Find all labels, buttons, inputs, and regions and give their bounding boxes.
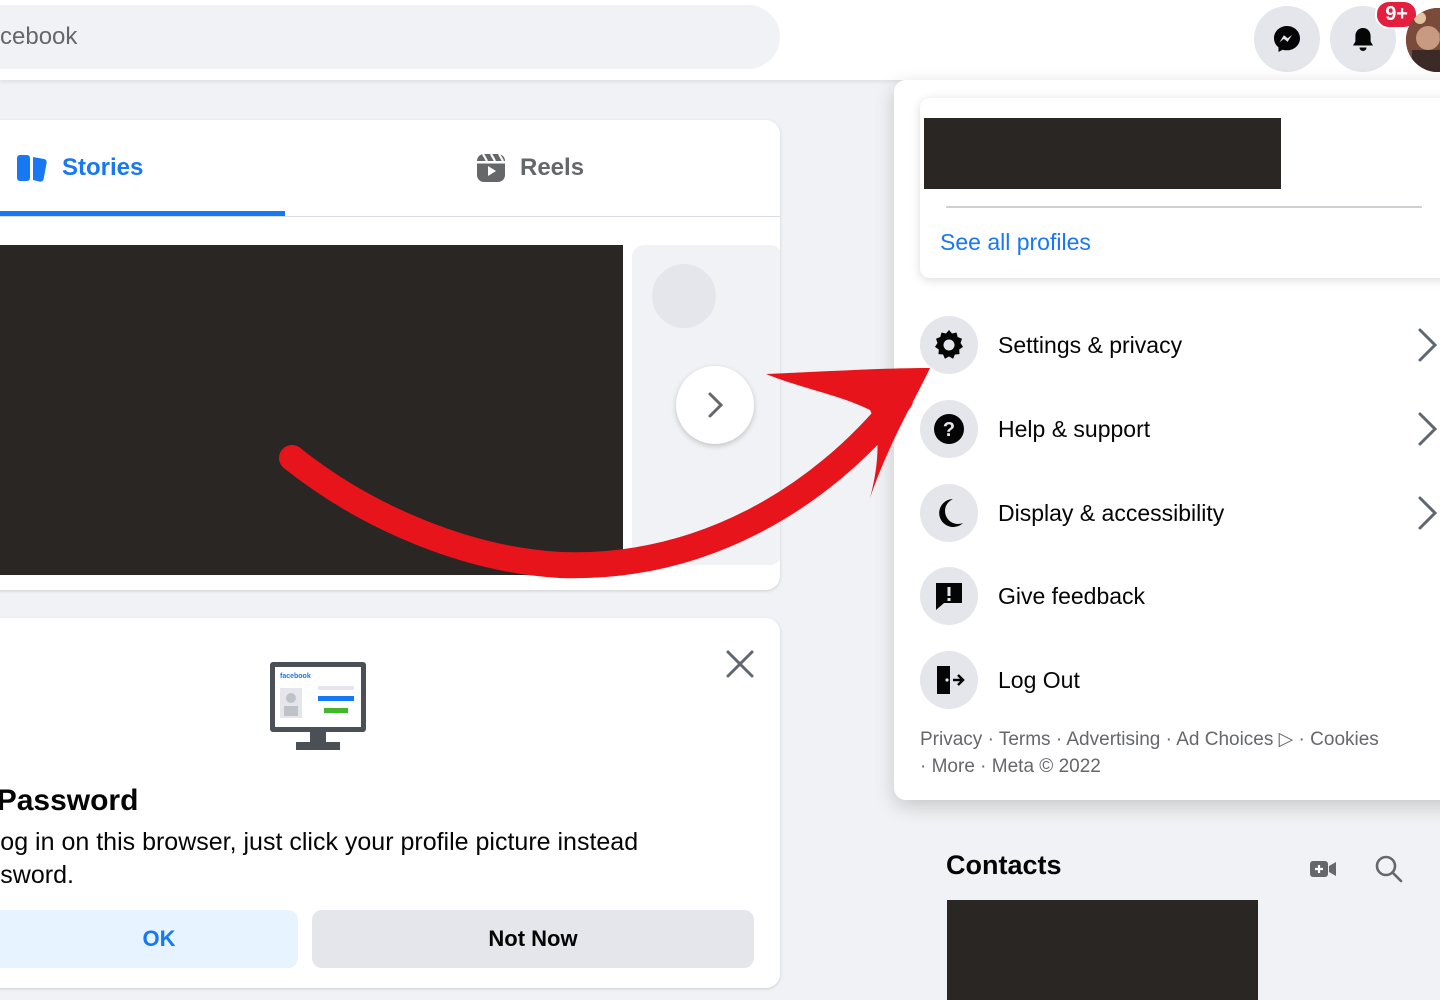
footer-links-line[interactable]: · More · Meta © 2022: [920, 753, 1440, 780]
reels-icon: [477, 153, 505, 182]
notifications-button[interactable]: 9+: [1330, 0, 1418, 72]
search-input[interactable]: cebook: [0, 5, 780, 69]
tab-divider: [0, 216, 780, 217]
see-all-profiles-link[interactable]: See all profiles: [940, 229, 1091, 256]
gear-icon: [920, 316, 978, 374]
video-icon: [1310, 861, 1336, 877]
chevron-right-icon: [708, 392, 724, 418]
ok-label: OK: [142, 926, 176, 951]
contacts-search-button[interactable]: [1374, 854, 1404, 889]
illustration-brand: facebook: [280, 673, 311, 680]
stories-card: Stories Reels: [0, 120, 780, 590]
tab-reels-label: Reels: [520, 154, 585, 181]
close-button[interactable]: [722, 646, 758, 682]
stories-next-button[interactable]: [676, 366, 754, 444]
messenger-icon: [1274, 26, 1300, 52]
messenger-button[interactable]: [1254, 6, 1320, 72]
new-room-button[interactable]: [1308, 854, 1338, 889]
menu-item-label: Help & support: [998, 415, 1151, 442]
menu-item-label: Display & accessibility: [998, 499, 1225, 526]
top-bar: cebook 9+: [0, 0, 1440, 80]
menu-item-label: Give feedback: [998, 582, 1146, 609]
menu-item-settings-privacy[interactable]: Settings & privacy: [920, 314, 1440, 376]
feedback-icon: [920, 567, 978, 625]
menu-item-display-accessibility[interactable]: Display & accessibility: [920, 482, 1440, 544]
password-description-line: ou log in on this browser, just click yo…: [0, 828, 639, 856]
menu-item-help-support[interactable]: ? Help & support: [920, 398, 1440, 460]
footer-links-line[interactable]: Privacy · Terms · Advertising · Ad Choic…: [920, 726, 1440, 753]
question-icon: ?: [920, 400, 978, 458]
menu-item-label: Log Out: [998, 666, 1080, 693]
profile-name-redacted[interactable]: [924, 118, 1281, 189]
account-menu: See all profiles Settings & privacy ? He…: [894, 80, 1440, 800]
chevron-right-icon: [1418, 496, 1438, 530]
computer-illustration: facebook: [268, 660, 368, 765]
stories-icon: [17, 155, 47, 182]
moon-icon: [920, 484, 978, 542]
logout-icon: [920, 651, 978, 709]
not-now-button[interactable]: Not Now: [312, 910, 754, 968]
profile-card: See all profiles: [920, 98, 1440, 278]
chevron-right-icon: [1418, 328, 1438, 362]
bell-icon: [1353, 28, 1373, 51]
password-description-line: password.: [0, 861, 74, 889]
contacts-title: Contacts: [946, 850, 1062, 880]
menu-item-log-out[interactable]: Log Out: [920, 649, 1440, 711]
password-title: er Password: [0, 784, 139, 817]
tab-stories[interactable]: Stories: [16, 120, 143, 216]
ok-button[interactable]: OK: [0, 910, 298, 968]
search-icon: [1375, 855, 1403, 883]
password-description: ou log in on this browser, just click yo…: [0, 826, 750, 892]
chevron-right-icon: [1418, 412, 1438, 446]
svg-text:?: ?: [943, 419, 955, 441]
contact-redacted[interactable]: [947, 900, 1258, 1000]
story-avatar: [652, 264, 716, 328]
not-now-label: Not Now: [488, 926, 578, 951]
divider: [946, 206, 1422, 208]
remember-password-card: facebook er Password ou log in on this b…: [0, 618, 780, 988]
search-placeholder: cebook: [0, 23, 78, 50]
tab-stories-label: Stories: [62, 154, 144, 181]
menu-item-label: Settings & privacy: [998, 331, 1183, 358]
story-thumbnail-redacted[interactable]: [0, 245, 623, 575]
menu-item-give-feedback[interactable]: Give feedback: [920, 565, 1440, 627]
footer-links[interactable]: Privacy · Terms · Advertising · Ad Choic…: [920, 726, 1440, 780]
close-icon: [726, 650, 754, 678]
tab-reels[interactable]: Reels: [476, 120, 584, 216]
active-tab-indicator: [0, 211, 285, 216]
